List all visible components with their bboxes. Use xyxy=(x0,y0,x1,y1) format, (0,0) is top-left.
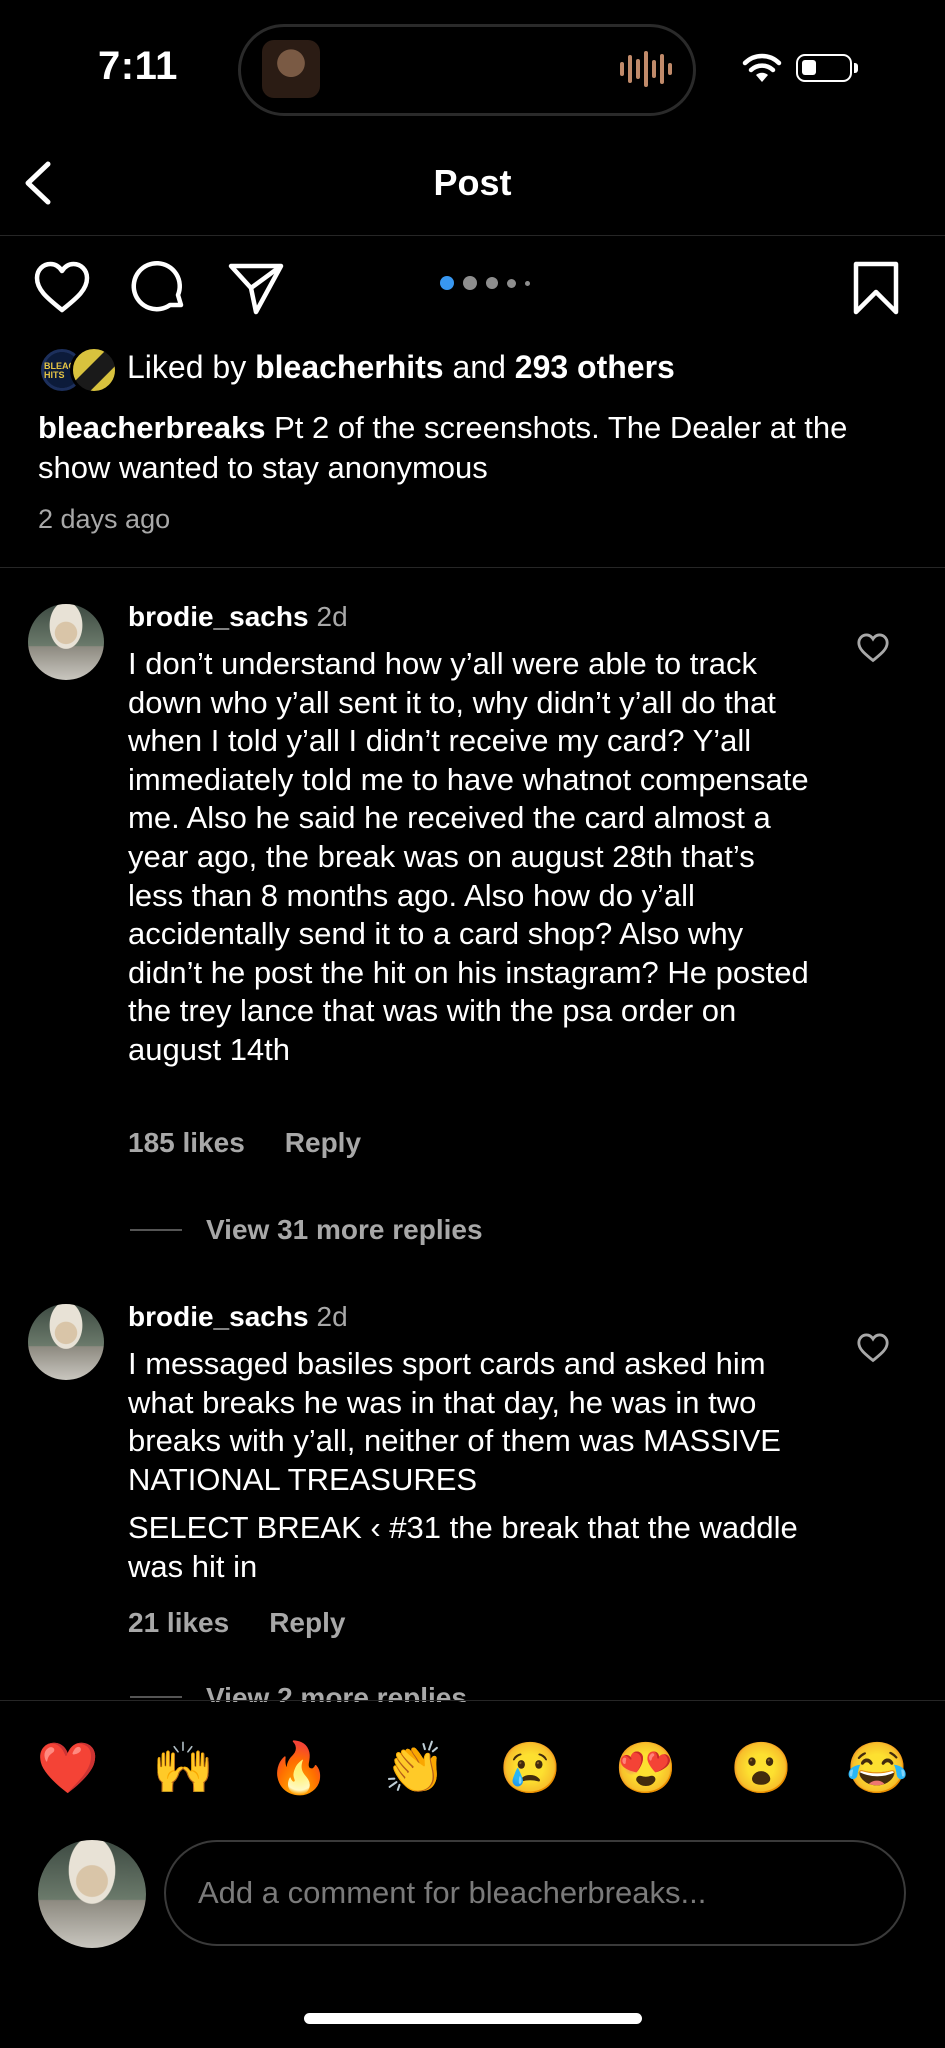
reply-button[interactable]: Reply xyxy=(269,1607,345,1638)
reaction-emoji-button[interactable]: 🔥 xyxy=(259,1738,339,1798)
reaction-emoji-button[interactable]: 🙌 xyxy=(143,1738,223,1798)
carousel-dot xyxy=(440,276,454,290)
comment-meta: 21 likes Reply xyxy=(128,1607,345,1639)
reply-button[interactable]: Reply xyxy=(285,1127,361,1158)
comment-like-button[interactable] xyxy=(856,1332,890,1364)
comment-header: brodie_sachs 2d xyxy=(128,601,348,633)
carousel-dot xyxy=(525,280,530,286)
reaction-emoji-button[interactable]: 😢 xyxy=(490,1738,570,1798)
home-indicator[interactable] xyxy=(304,2013,642,2024)
page-title: Post xyxy=(433,162,512,203)
paper-plane-icon xyxy=(228,263,284,315)
composer-divider xyxy=(0,1700,945,1701)
liked-by-user[interactable]: bleacherhits xyxy=(255,349,444,385)
comment-age: 2d xyxy=(316,1301,348,1332)
battery-cap xyxy=(854,63,858,73)
comment-text: I don’t understand how y’all were able t… xyxy=(128,646,809,1067)
reaction-emoji-button[interactable]: ❤️ xyxy=(28,1738,108,1798)
liked-by-prefix: Liked by xyxy=(127,349,247,385)
share-button[interactable] xyxy=(226,258,286,318)
view-replies-label: View 31 more replies xyxy=(206,1214,483,1245)
liker-avatars[interactable]: BLEACHER HITS xyxy=(38,346,118,394)
liker-avatar xyxy=(70,346,118,394)
heart-icon xyxy=(34,261,90,313)
reaction-emoji-button[interactable]: 😮 xyxy=(722,1738,802,1798)
nav-divider xyxy=(0,235,945,236)
status-time: 7:11 xyxy=(98,44,178,88)
comment-button[interactable] xyxy=(130,258,190,318)
carousel-dot xyxy=(507,278,516,288)
comment-username[interactable]: brodie_sachs xyxy=(128,601,309,632)
post-timestamp: 2 days ago xyxy=(38,504,171,534)
now-playing-artwork xyxy=(262,40,320,98)
carousel-dot xyxy=(486,277,498,289)
comment-likes-count[interactable]: 185 likes xyxy=(128,1127,245,1158)
comment-text-paragraph: SELECT BREAK ‹ #31 the break that the wa… xyxy=(128,1510,798,1584)
battery-icon xyxy=(796,54,852,82)
audio-waveform-icon xyxy=(620,48,672,90)
comment-likes-count[interactable]: 21 likes xyxy=(128,1607,229,1638)
heart-icon xyxy=(857,1333,889,1363)
liked-by-others[interactable]: 293 others xyxy=(515,349,675,385)
commenter-avatar[interactable] xyxy=(28,604,104,680)
comment-username[interactable]: brodie_sachs xyxy=(128,1301,309,1332)
caption-username[interactable]: bleacherbreaks xyxy=(38,410,265,445)
comment-age: 2d xyxy=(316,601,348,632)
save-button[interactable] xyxy=(846,258,906,318)
carousel-dot xyxy=(463,276,477,290)
comment-text: I messaged basiles sport cards and asked… xyxy=(128,1346,781,1497)
comment-like-button[interactable] xyxy=(856,632,890,664)
liked-by-and: and xyxy=(452,349,506,385)
current-user-avatar xyxy=(38,1840,146,1948)
heart-icon xyxy=(857,633,889,663)
commenter-avatar[interactable] xyxy=(28,1304,104,1380)
carousel-indicator xyxy=(440,276,530,290)
quick-reactions-bar: ❤️ 🙌 🔥 👏 😢 😍 😮 😂 xyxy=(0,1738,945,1798)
reaction-emoji-button[interactable]: 😍 xyxy=(606,1738,686,1798)
comment-composer[interactable] xyxy=(164,1840,906,1946)
post-divider xyxy=(0,567,945,568)
view-replies-button[interactable]: View 31 more replies xyxy=(130,1214,483,1246)
comment-input[interactable] xyxy=(196,1874,890,1912)
reaction-emoji-button[interactable]: 😂 xyxy=(837,1738,917,1798)
comment-bubble-icon xyxy=(131,260,184,312)
comment-header: brodie_sachs 2d xyxy=(128,1301,348,1333)
bookmark-icon xyxy=(853,261,899,315)
wifi-icon xyxy=(742,53,782,82)
comment-meta: 185 likes Reply xyxy=(128,1127,361,1159)
likes-summary[interactable]: Liked by bleacherhits and 293 others xyxy=(127,349,675,386)
post-caption: bleacherbreaks Pt 2 of the screenshots. … xyxy=(38,408,918,488)
like-button[interactable] xyxy=(32,258,92,318)
reaction-emoji-button[interactable]: 👏 xyxy=(375,1738,455,1798)
